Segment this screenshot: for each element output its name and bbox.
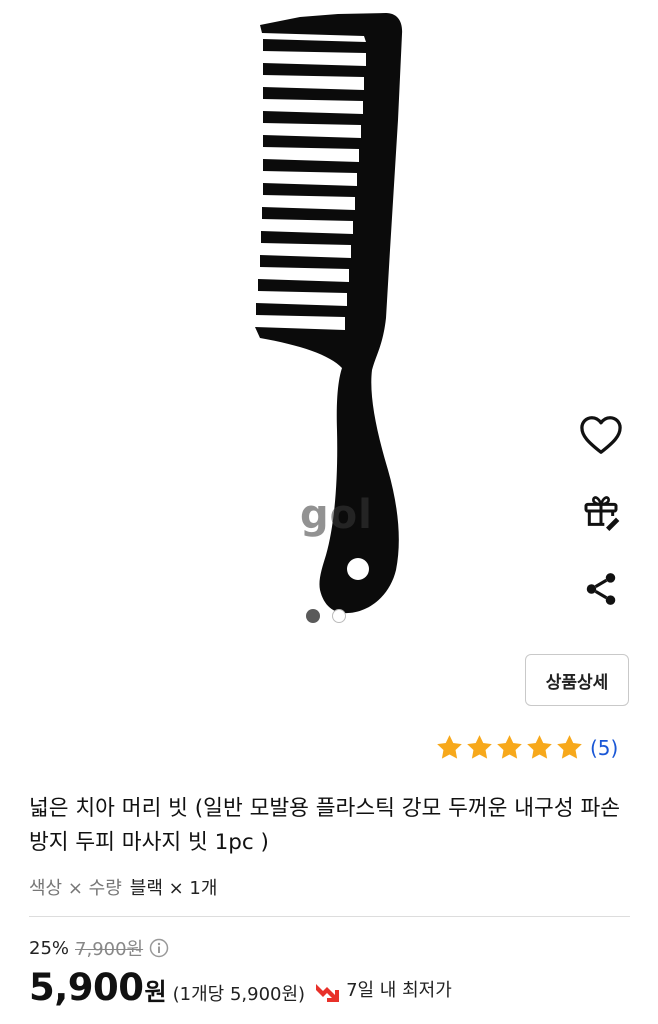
review-count[interactable]: (5) bbox=[590, 736, 618, 760]
share-icon bbox=[586, 573, 616, 605]
gift-icon bbox=[584, 496, 620, 531]
heart-outline-icon bbox=[580, 416, 622, 454]
star-icon bbox=[437, 735, 462, 759]
unit-price: (1개당 5,900원) bbox=[172, 984, 306, 1005]
product-detail-button[interactable]: 상품상세 bbox=[525, 654, 629, 706]
option-value: 블랙 × 1개 bbox=[129, 878, 218, 899]
option-label: 색상 × 수량 bbox=[29, 878, 122, 899]
lowest-price-badge: 7일 내 최저가 bbox=[315, 976, 452, 1002]
star-rating bbox=[435, 733, 585, 762]
sale-price: 5,900 bbox=[29, 966, 144, 1009]
lowest-price-label: 7일 내 최저가 bbox=[346, 980, 452, 1001]
discount-rate: 25% bbox=[29, 937, 70, 959]
price-unit: 원 bbox=[144, 978, 167, 1006]
price-row: 5,900 원 (1개당 5,900원) 7일 내 최저가 bbox=[29, 966, 452, 1009]
product-image-gallery[interactable]: gol bbox=[0, 0, 658, 640]
selected-option: 색상 × 수량 블랙 × 1개 bbox=[29, 874, 217, 900]
gallery-dot-1[interactable] bbox=[306, 609, 320, 623]
down-trend-icon bbox=[316, 984, 340, 1002]
wishlist-button[interactable] bbox=[574, 408, 628, 462]
gallery-dot-2[interactable] bbox=[332, 609, 346, 623]
star-icon bbox=[467, 735, 492, 759]
product-image-comb bbox=[255, 13, 403, 614]
divider bbox=[29, 916, 630, 917]
gift-button[interactable] bbox=[574, 484, 628, 538]
share-button[interactable] bbox=[574, 562, 628, 616]
info-icon[interactable] bbox=[149, 938, 169, 958]
gallery-pagination bbox=[306, 609, 346, 623]
original-price: 7,900원 bbox=[75, 939, 144, 960]
product-title: 넓은 치아 머리 빗 (일반 모발용 플라스틱 강모 두꺼운 내구성 파손 방지… bbox=[29, 796, 621, 855]
star-icon bbox=[527, 735, 552, 759]
rating-row[interactable]: (5) bbox=[435, 733, 618, 762]
discount-row: 25% 7,900원 bbox=[29, 935, 169, 961]
star-icon bbox=[497, 735, 522, 759]
star-icon bbox=[557, 735, 582, 759]
image-watermark: gol bbox=[300, 492, 373, 538]
